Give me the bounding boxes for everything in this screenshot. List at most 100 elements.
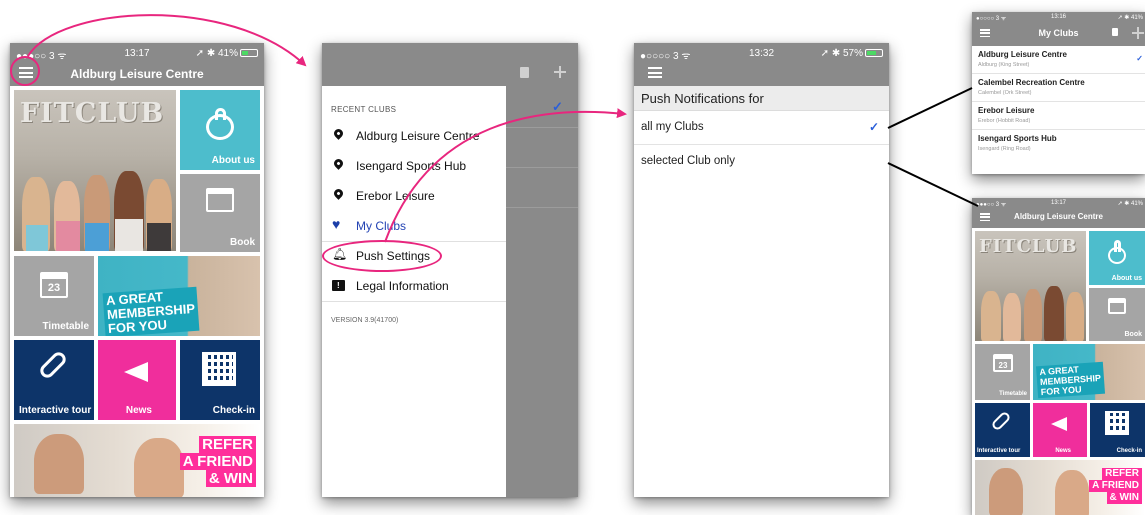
recent-club-item[interactable]: Aldburg Leisure Centre [322,121,506,151]
book-tile[interactable]: Book [180,174,260,252]
club-address: Erebor (Hobbit Road) [978,118,1031,124]
trash-icon[interactable] [1112,28,1118,36]
news-label: News [1055,448,1071,454]
qr-code-icon [202,352,236,386]
club-list-item[interactable]: Calembel Recreation Centre Calembel (Ork… [972,74,1145,102]
status-bar: ●○○○○ 3 ᯤ 13:16 ➚ ✱ 41% [972,12,1145,24]
refer-a-friend-banner[interactable]: REFER A FRIEND & WIN [14,424,260,497]
option-label: selected Club only [641,155,735,167]
recent-club-label: Isengard Sports Hub [356,159,467,173]
bell-icon: 🔔︎ [332,247,348,261]
battery-percent: ➚ ✱ 41% [1117,201,1143,207]
push-settings-label: Push Settings [356,249,431,263]
legal-information-label: Legal Information [356,279,449,293]
news-tile[interactable]: News [98,340,176,420]
battery-percent: ➚ ✱ 41% [195,48,238,59]
phone-home-screen-small: ●●●○○ 3 ᯤ 13:17 ➚ ✱ 41% Aldburg Leisure … [972,198,1145,515]
club-address: Aldburg (King Street) [978,62,1030,68]
push-settings-item[interactable]: 🔔︎ Push Settings [322,241,506,271]
connector-all-clubs-to-my-clubs [887,87,973,129]
book-label: Book [1124,331,1143,338]
phone-my-clubs: ●○○○○ 3 ᯤ 13:16 ➚ ✱ 41% My Clubs Aldburg… [972,12,1145,174]
page-title: My Clubs [1038,28,1079,38]
fitclub-logo-text: FITCLUB [20,98,165,129]
fitclub-people-image [975,273,1086,341]
fitclub-banner[interactable]: FITCLUB [14,90,176,251]
membership-promo-tile[interactable]: A GREAT MEMBERSHIP FOR YOU [98,256,260,336]
status-right: ➚ ✱ 57% [821,48,883,59]
refer-a-friend-banner[interactable]: REFER A FRIEND & WIN [975,460,1145,515]
membership-promo-text: A GREAT MEMBERSHIP FOR YOU [102,286,200,336]
drawer-header [322,43,506,86]
dimmed-row-divider [506,167,578,168]
recent-club-item[interactable]: Isengard Sports Hub [322,151,506,181]
trash-icon[interactable] [520,67,529,78]
club-name: Isengard Sports Hub [978,134,1057,143]
about-us-tile[interactable]: About us [1089,231,1145,285]
check-in-tile[interactable]: Check-in [1090,403,1145,457]
club-list-item[interactable]: Isengard Sports Hub Isengard (Ring Road) [972,130,1145,158]
selected-check-icon: ✓ [868,120,879,134]
about-us-tile[interactable]: About us [180,90,260,170]
battery-percent: ➚ ✱ 41% [1117,15,1143,21]
drawer-menu: RECENT CLUBS Aldburg Leisure Centre Isen… [322,43,506,497]
phone-side-drawer: ✓ RECENT CLUBS Aldburg Leisure Centre Is… [322,43,578,497]
selected-check-icon: ✓ [552,99,563,114]
refer-people-image [34,434,84,494]
kettlebell-icon [1108,240,1126,264]
status-right: ➚ ✱ 41% [1118,14,1143,21]
check-in-tile[interactable]: Check-in [180,340,260,420]
link-chain-icon [990,410,1012,432]
calendar-grid-icon [206,188,234,212]
interactive-tour-tile[interactable]: Interactive tour [975,403,1030,457]
news-tile[interactable]: News [1033,403,1087,457]
timetable-tile[interactable]: 23 Timetable [975,344,1030,400]
about-us-label: About us [211,155,255,166]
megaphone-icon [1051,417,1067,431]
club-list-item[interactable]: Aldburg Leisure Centre Aldburg (King Str… [972,46,1145,74]
my-clubs-item[interactable]: ♥ My Clubs [322,211,506,241]
selected-check-icon: ✓ [1136,54,1143,63]
check-in-label: Check-in [212,405,255,416]
menu-divider [322,301,506,302]
push-option-selected-club[interactable]: selected Club only [634,146,889,179]
fitclub-banner[interactable]: FITCLUB [975,231,1086,341]
book-tile[interactable]: Book [1089,288,1145,341]
membership-promo-tile[interactable]: A GREAT MEMBERSHIP FOR YOU [1033,344,1145,400]
fitclub-logo-text: FITCLUB [979,236,1078,257]
connector-selected-club-to-home [887,162,979,207]
interactive-tour-label: Interactive tour [19,405,92,416]
club-name: Erebor Leisure [978,106,1035,115]
push-notifications-header: Push Notifications for [634,86,889,111]
calendar-day: 23 [998,361,1008,371]
club-list-item[interactable]: Erebor Leisure Erebor (Hobbit Road) [972,102,1145,130]
battery-icon [240,49,258,57]
location-pin-icon [332,187,345,203]
book-label: Book [230,237,255,248]
location-pin-icon [332,157,345,173]
megaphone-icon [124,362,148,382]
refer-a-friend-text: REFER A FRIEND & WIN [179,436,256,487]
interactive-tour-tile[interactable]: Interactive tour [14,340,94,420]
heart-icon: ♥ [332,216,341,232]
membership-promo-text: A GREAT MEMBERSHIP FOR YOU [1035,361,1106,399]
page-title: Aldburg Leisure Centre [1014,212,1103,221]
dimmed-row-divider [506,127,578,128]
hamburger-menu-icon[interactable] [648,67,662,78]
plus-icon[interactable] [554,66,566,78]
phone-push-notifications: ●○○○○ 3 ᯤ 13:32 ➚ ✱ 57% Push Notificatio… [634,43,889,497]
timetable-tile[interactable]: 23 Timetable [14,256,94,336]
refer-a-friend-text: REFER A FRIEND & WIN [1089,468,1142,504]
refer-people-image [989,468,1023,515]
plus-icon[interactable] [1132,27,1144,39]
annotated-screenshot-stage: ●●●○○ 3 ᯤ 13:17 ➚ ✱ 41% Aldburg Leisure … [0,0,1145,515]
push-option-all-clubs[interactable]: all my Clubs ✓ [634,112,889,145]
drawer-dimmed-content[interactable]: ✓ [506,43,578,497]
recent-club-item[interactable]: Erebor Leisure [322,181,506,211]
status-bar: ●○○○○ 3 ᯤ 13:32 ➚ ✱ 57% [634,43,889,63]
recent-club-label: Erebor Leisure [356,189,435,203]
battery-icon [865,49,883,57]
legal-information-item[interactable]: ! Legal Information [322,271,506,301]
club-address: Calembel (Ork Street) [978,90,1032,96]
calendar-icon: 23 [40,272,68,298]
